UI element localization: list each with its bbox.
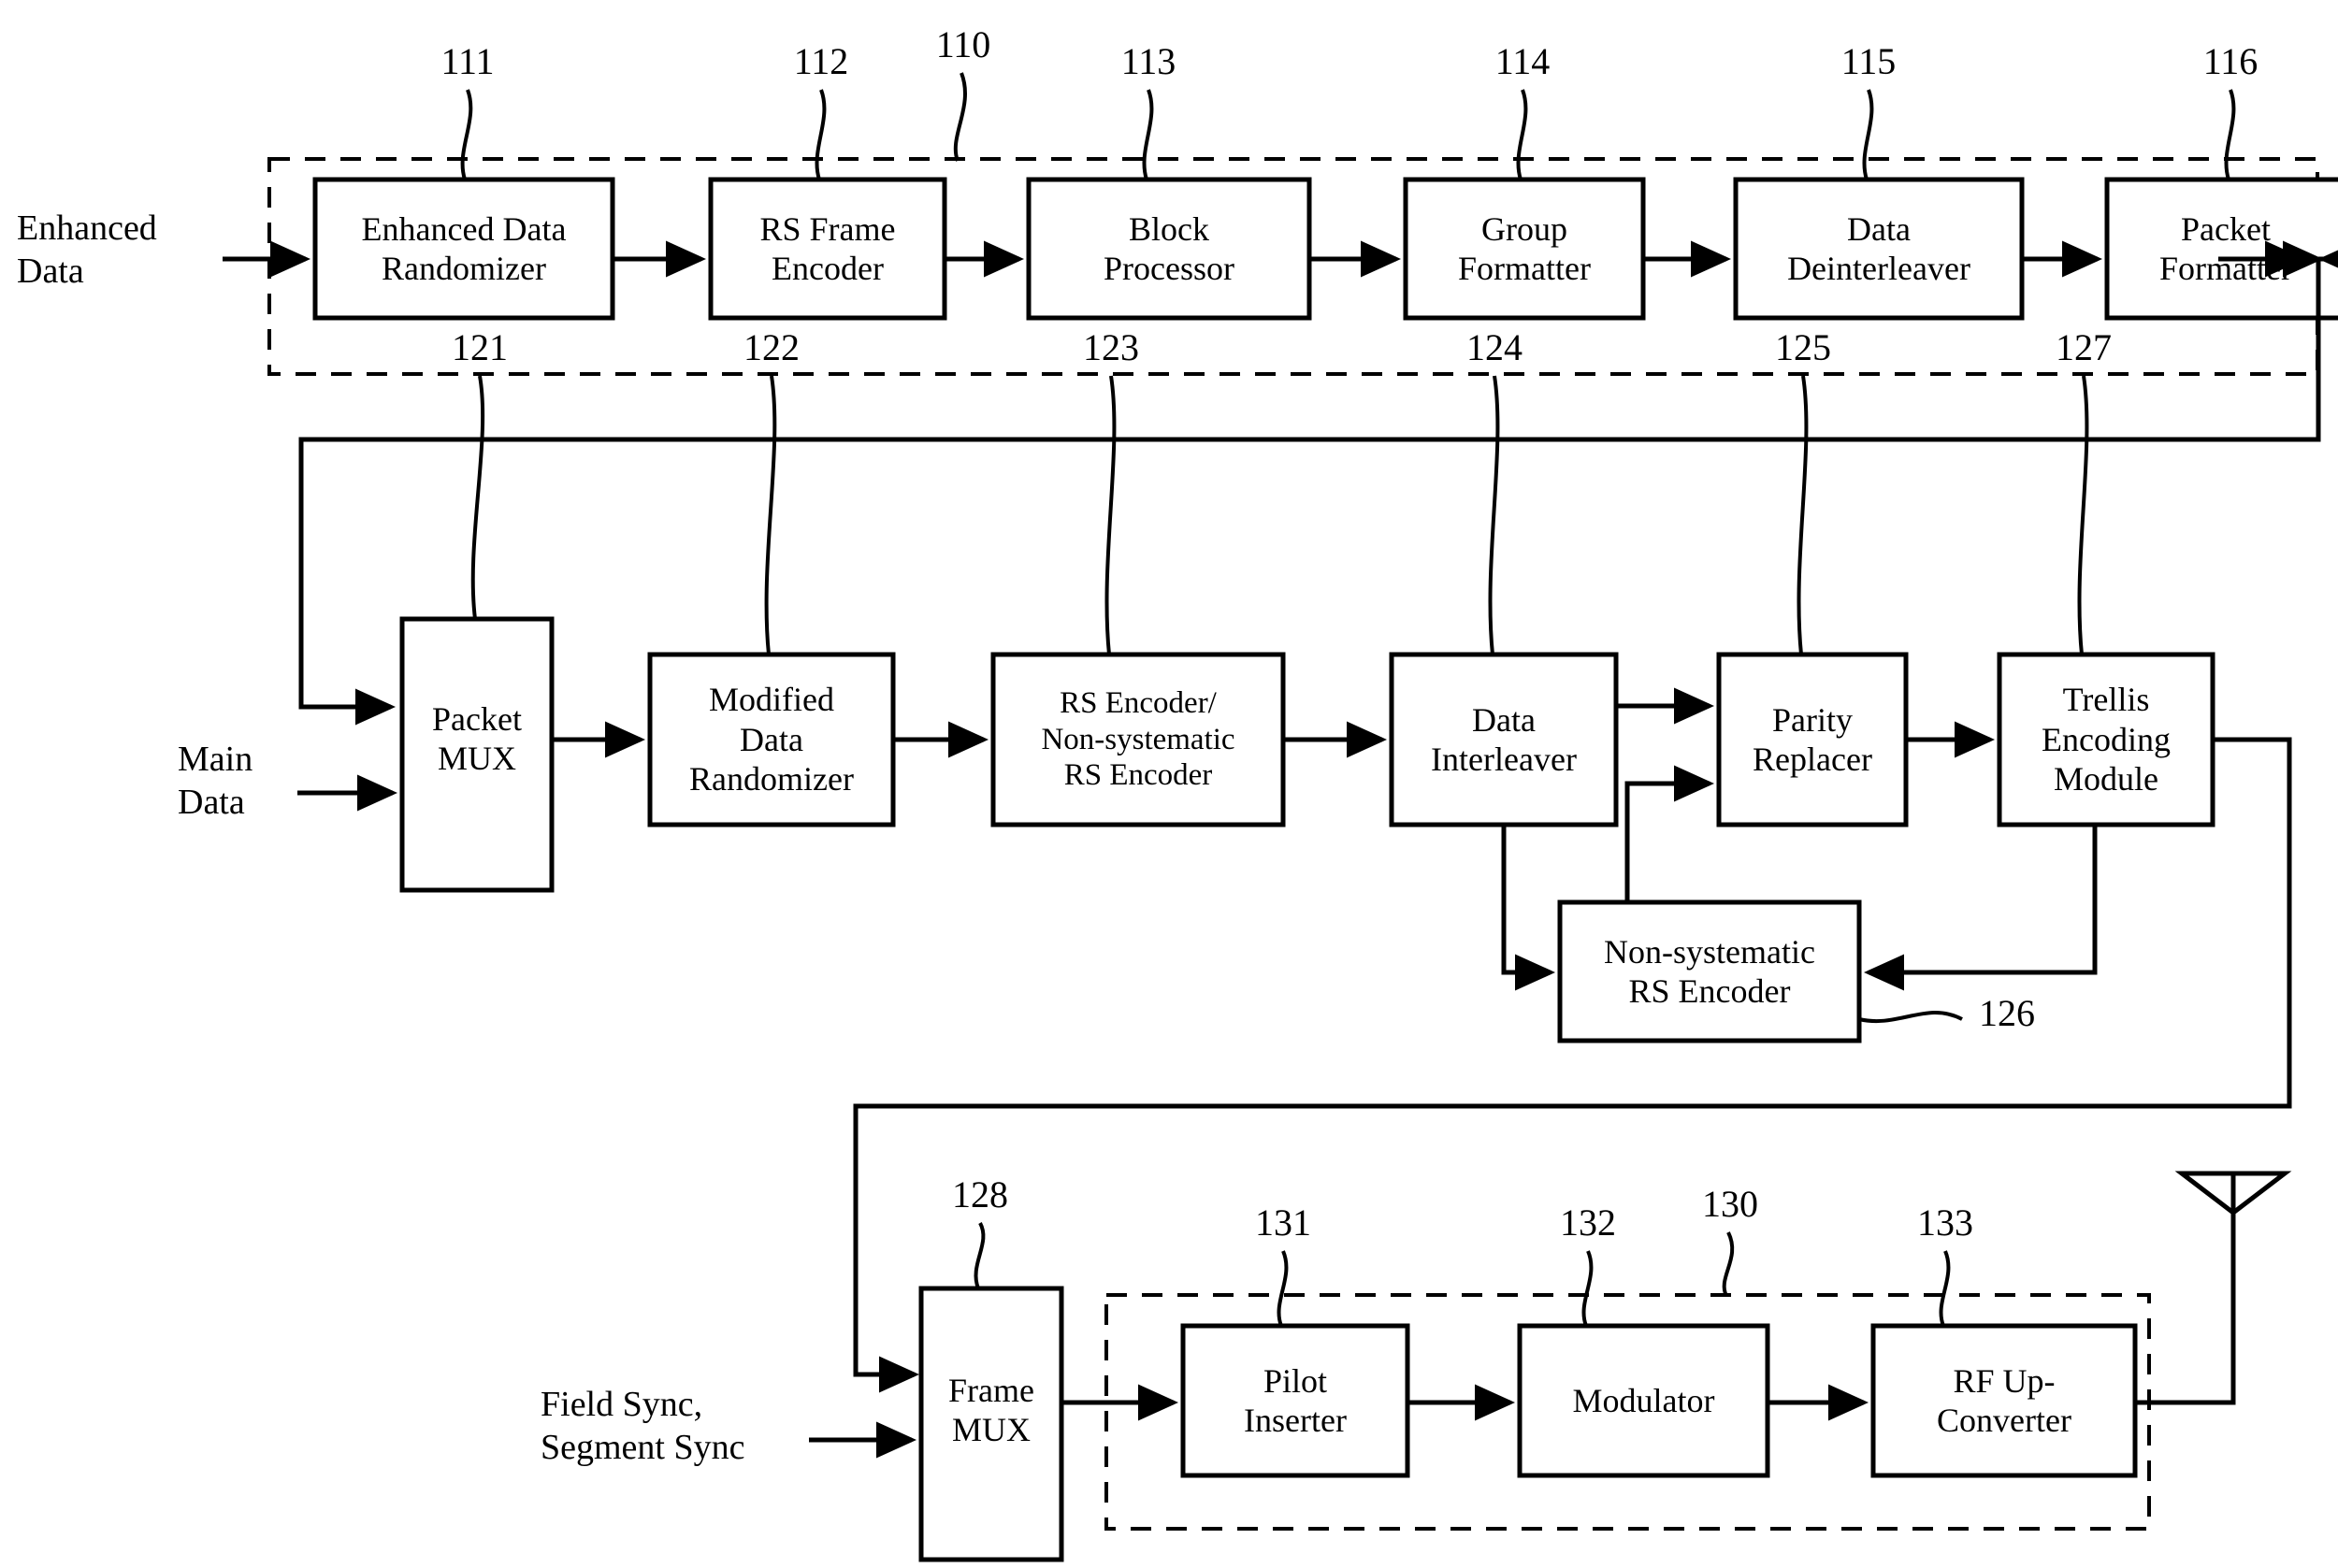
leader-128 bbox=[974, 1222, 986, 1289]
ref-133: 133 bbox=[1917, 1201, 1973, 1244]
ref-111: 111 bbox=[440, 40, 495, 82]
wire-124-126 bbox=[1501, 825, 1556, 991]
block-128[interactable] bbox=[918, 1286, 1064, 1562]
ref-116: 116 bbox=[2202, 40, 2259, 82]
ref-121: 121 bbox=[452, 326, 508, 368]
leader-125 bbox=[1797, 375, 1809, 655]
block-126[interactable] bbox=[1557, 899, 1862, 1043]
leader-132 bbox=[1581, 1250, 1594, 1327]
main-data-label: Main Data bbox=[178, 740, 253, 822]
leader-127 bbox=[2077, 375, 2089, 655]
antenna-icon bbox=[2174, 1171, 2292, 1216]
block-127[interactable] bbox=[1997, 652, 2215, 827]
ref-127: 127 bbox=[2056, 326, 2112, 368]
ref-114: 114 bbox=[1494, 40, 1551, 82]
leader-130 bbox=[1722, 1231, 1735, 1297]
block-131[interactable] bbox=[1180, 1323, 1410, 1478]
field-segment-sync-label: Field Sync, Segment Sync bbox=[541, 1385, 745, 1467]
ref-115: 115 bbox=[1840, 40, 1897, 82]
block-111[interactable] bbox=[312, 177, 615, 321]
ref-113: 113 bbox=[1120, 40, 1176, 82]
ref-112: 112 bbox=[793, 40, 849, 82]
leader-116 bbox=[2224, 89, 2236, 180]
leader-123 bbox=[1104, 375, 1117, 655]
wire-126-125 bbox=[1624, 765, 1715, 902]
block-122[interactable] bbox=[647, 652, 896, 827]
wire-feedback-to-121 bbox=[298, 259, 2321, 726]
enhanced-data-label: Enhanced Data bbox=[17, 209, 157, 291]
ref-130: 130 bbox=[1702, 1183, 1758, 1225]
ref-110: 110 bbox=[935, 23, 991, 65]
leader-131 bbox=[1277, 1250, 1289, 1327]
block-133[interactable] bbox=[1870, 1323, 2138, 1478]
wire-127-to-frame-mux bbox=[853, 737, 2292, 1393]
block-132[interactable] bbox=[1517, 1323, 1770, 1478]
leader-124 bbox=[1488, 375, 1500, 655]
block-123[interactable] bbox=[990, 652, 1286, 827]
leader-126 bbox=[1858, 1010, 1963, 1024]
block-112[interactable] bbox=[708, 177, 947, 321]
ref-122: 122 bbox=[743, 326, 800, 368]
block-114[interactable] bbox=[1403, 177, 1646, 321]
leader-114 bbox=[1516, 89, 1528, 180]
block-115[interactable] bbox=[1733, 177, 2025, 321]
wire-127-126 bbox=[1863, 825, 2098, 991]
ref-131: 131 bbox=[1255, 1201, 1311, 1244]
ref-125: 125 bbox=[1775, 326, 1831, 368]
block-113[interactable] bbox=[1026, 177, 1312, 321]
leader-133 bbox=[1939, 1250, 1951, 1327]
ref-132: 132 bbox=[1560, 1201, 1616, 1244]
block-116[interactable] bbox=[2104, 177, 2338, 321]
ref-126: 126 bbox=[1979, 992, 2035, 1034]
leader-110 bbox=[953, 72, 967, 162]
block-121[interactable] bbox=[399, 616, 555, 893]
leader-121 bbox=[470, 375, 485, 620]
block-125[interactable] bbox=[1716, 652, 1909, 827]
leader-122 bbox=[764, 375, 777, 655]
leader-112 bbox=[815, 89, 827, 180]
patent-figure: Enhanced Data Randomizer RS Frame Encode… bbox=[0, 0, 2338, 1568]
block-124[interactable] bbox=[1389, 652, 1619, 827]
ref-124: 124 bbox=[1466, 326, 1523, 368]
leader-115 bbox=[1862, 89, 1874, 180]
ref-123: 123 bbox=[1083, 326, 1139, 368]
leader-113 bbox=[1142, 89, 1154, 180]
leader-111 bbox=[460, 89, 473, 180]
ref-128: 128 bbox=[952, 1173, 1008, 1216]
